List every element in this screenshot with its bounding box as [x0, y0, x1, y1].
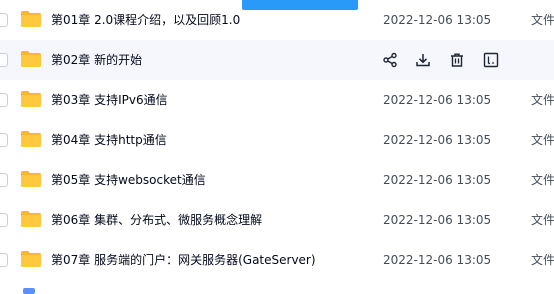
row-checkbox[interactable] [0, 13, 8, 27]
file-name[interactable]: 第01章 2.0课程介绍，以及回顾1.0 [51, 0, 240, 40]
folder-icon [21, 211, 41, 227]
file-name[interactable]: 第04章 支持http通信 [51, 120, 167, 160]
file-row[interactable]: 第04章 支持http通信 2022-12-06 13:05 文件 [0, 120, 554, 160]
file-row[interactable]: 第07章 服务端的门户：网关服务器(GateServer) 2022-12-06… [0, 240, 554, 280]
file-type: 文件 [531, 13, 554, 27]
folder-icon [21, 51, 41, 67]
file-name[interactable]: 第06章 集群、分布式、微服务概念理解 [51, 200, 262, 240]
modified-date: 2022-12-06 13:05 [383, 213, 492, 227]
folder-icon [21, 91, 41, 107]
row-checkbox[interactable] [0, 133, 8, 147]
file-type: 文件 [531, 173, 554, 187]
modified-date: 2022-12-06 13:05 [383, 93, 492, 107]
row-checkbox[interactable] [0, 173, 8, 187]
row-checkbox[interactable] [0, 93, 8, 107]
row-checkbox[interactable] [0, 53, 8, 67]
share-icon[interactable] [382, 52, 398, 68]
file-row[interactable]: 第05章 支持websocket通信 2022-12-06 13:05 文件 [0, 160, 554, 200]
file-icon [23, 288, 35, 294]
file-row[interactable]: 第06章 集群、分布式、微服务概念理解 2022-12-06 13:05 文件 [0, 200, 554, 240]
file-type: 文件 [531, 253, 554, 267]
file-name[interactable]: 第03章 支持IPv6通信 [51, 80, 168, 120]
folder-icon [21, 11, 41, 27]
file-type: 文件 [531, 133, 554, 147]
folder-icon [21, 251, 41, 267]
file-row[interactable]: 第02章 新的开始 [0, 40, 554, 80]
modified-date: 2022-12-06 13:05 [383, 13, 492, 27]
modified-date: 2022-12-06 13:05 [383, 133, 492, 147]
more-icon[interactable] [483, 52, 499, 68]
file-row[interactable]: 第01章 2.0课程介绍，以及回顾1.0 2022-12-06 13:05 文件 [0, 0, 554, 40]
row-checkbox[interactable] [0, 213, 8, 227]
file-type: 文件 [531, 213, 554, 227]
file-name[interactable]: 第07章 服务端的门户：网关服务器(GateServer) [51, 240, 316, 280]
folder-icon [21, 171, 41, 187]
download-icon[interactable] [415, 52, 431, 68]
file-name[interactable]: 第05章 支持websocket通信 [51, 160, 206, 200]
modified-date: 2022-12-06 13:05 [383, 173, 492, 187]
file-name[interactable]: 第02章 新的开始 [51, 40, 142, 80]
row-checkbox[interactable] [0, 253, 8, 267]
modified-date: 2022-12-06 13:05 [383, 253, 492, 267]
file-row[interactable]: 第03章 支持IPv6通信 2022-12-06 13:05 文件 [0, 80, 554, 120]
delete-icon[interactable] [449, 52, 465, 68]
file-type: 文件 [531, 93, 554, 107]
folder-icon [21, 131, 41, 147]
